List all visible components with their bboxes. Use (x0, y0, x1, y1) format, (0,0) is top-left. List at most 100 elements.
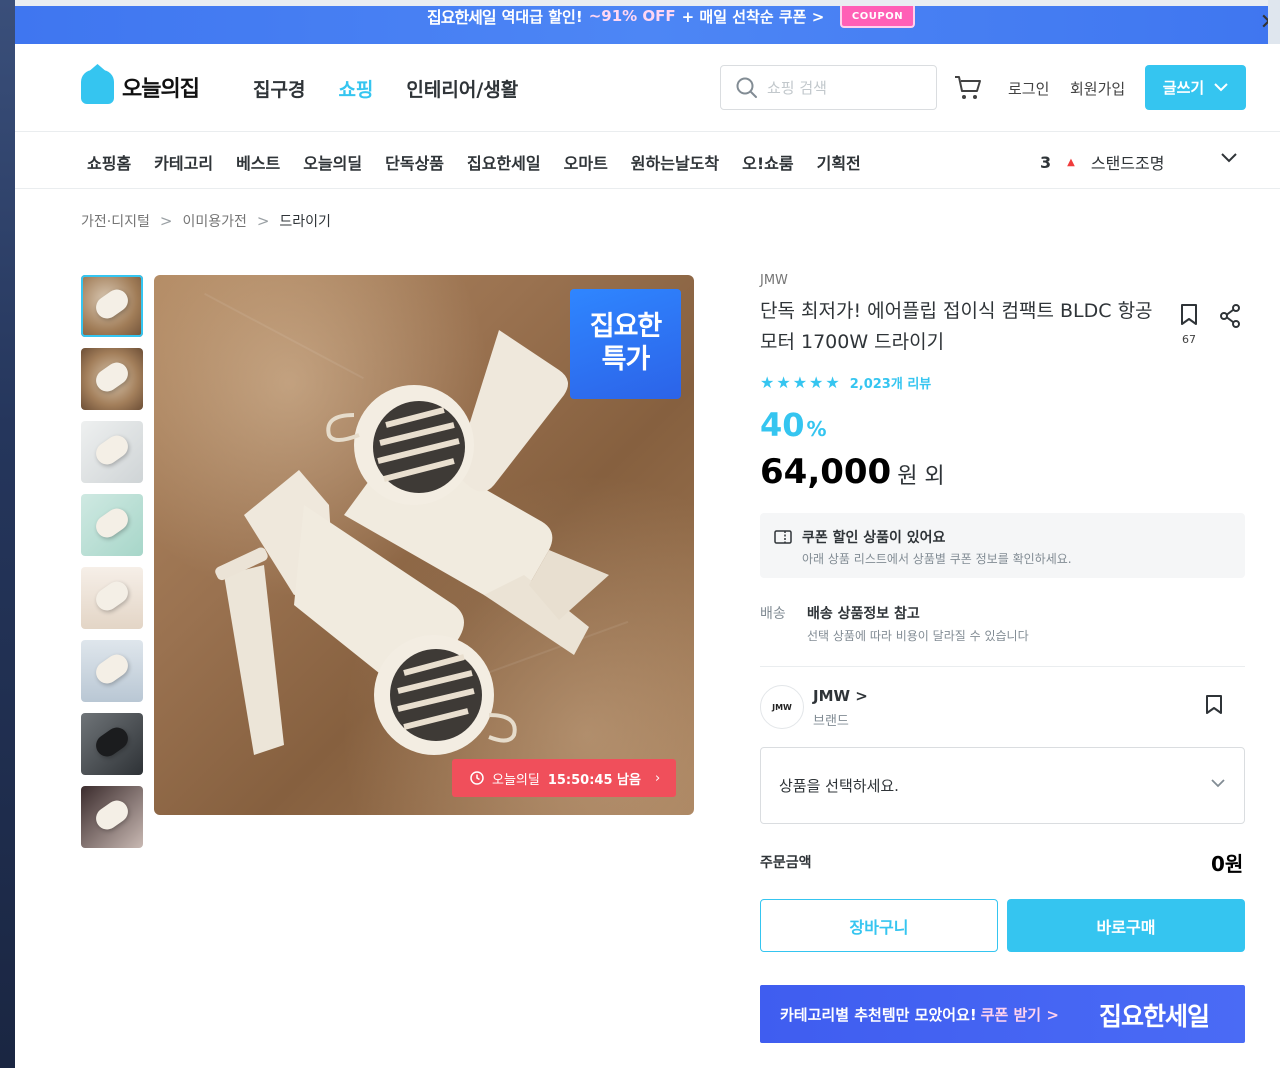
subnav-item-exhibition[interactable]: 기획전 (817, 150, 861, 174)
order-amount-total: 0원 (1211, 852, 1244, 876)
add-to-cart-button[interactable]: 장바구니 (760, 899, 998, 952)
logo[interactable]: 오늘의집 (81, 70, 200, 104)
cart-icon[interactable] (954, 75, 982, 101)
deal-label: 오늘의딜 (492, 772, 540, 788)
subnav-item-today-deal[interactable]: 오늘의딜 (303, 150, 362, 174)
star-icon: ★ (809, 373, 824, 392)
signup-link[interactable]: 회원가입 (1070, 78, 1125, 99)
subnav-item-desired-date[interactable]: 원하는날도착 (631, 150, 719, 174)
dryer-thumbnail-shape (91, 285, 133, 323)
desktop-background (0, 0, 15, 1068)
brand-logo[interactable]: JMW (760, 685, 804, 729)
promo-text[interactable]: 집요한세일 역대급 할인! ~91% OFF + 매일 선착순 쿠폰 > (427, 6, 825, 27)
desktop-edge (1268, 0, 1280, 44)
today-deal-timer[interactable]: 오늘의딜 15:50:45 남음 › (452, 759, 676, 797)
price-unit: 원 외 (897, 464, 945, 489)
brand-bookmark-icon[interactable] (1205, 694, 1223, 716)
write-button[interactable]: 글쓰기 (1145, 65, 1246, 110)
promo-brand: 집요한세일 (427, 8, 497, 27)
thumbnail-image[interactable] (81, 640, 143, 702)
chevron-right-icon: > (159, 212, 173, 230)
subnav-item-exclusive[interactable]: 단독상품 (385, 150, 444, 174)
subnav-item-best[interactable]: 베스트 (236, 150, 280, 174)
brand-logo-text: JMW (772, 702, 792, 712)
breadcrumb-item-current[interactable]: 드라이기 (279, 211, 331, 231)
dryer-thumbnail-shape (91, 577, 133, 615)
coupon-notice[interactable]: 쿠폰 할인 상품이 있어요 아래 상품 리스트에서 상품별 쿠폰 정보를 확인하… (760, 513, 1245, 578)
buy-now-button[interactable]: 바로구매 (1007, 899, 1245, 952)
coupon-icon (774, 530, 792, 544)
coupon-promo-banner[interactable]: 카테고리별 추천템만 모았어요! 쿠폰 받기 > 집요한세일 (760, 985, 1245, 1043)
star-icon: ★ (776, 373, 791, 392)
trending-keyword[interactable]: 3 ▲ 스탠드조명 (1040, 150, 1164, 174)
option-select-placeholder: 상품을 선택하세요. (779, 777, 899, 795)
banner-text: 카테고리별 추천템만 모았어요! (780, 1005, 977, 1024)
thumbnail-image[interactable] (81, 421, 143, 483)
trending-term: 스탠드조명 (1090, 154, 1165, 173)
search-input[interactable] (767, 78, 917, 97)
dryer-thumbnail-shape (91, 358, 133, 396)
star-icon: ★ (792, 373, 808, 392)
thumbnail-image[interactable] (81, 494, 143, 556)
shipping-label: 배송 (760, 606, 786, 622)
dryer-thumbnail-shape (91, 650, 133, 688)
special-price-badge: 집요한 특가 (570, 289, 681, 399)
promo-banner[interactable]: 집요한세일 역대급 할인! ~91% OFF + 매일 선착순 쿠폰 > COU… (15, 0, 1280, 44)
bookmark-count: 67 (1182, 333, 1196, 346)
product-brand[interactable]: JMW (760, 273, 788, 288)
browser-page: 집요한세일 역대급 할인! ~91% OFF + 매일 선착순 쿠폰 > COU… (15, 0, 1280, 1068)
divider (760, 666, 1245, 667)
thumbnail-image[interactable] (81, 786, 143, 848)
clock-icon (470, 771, 484, 785)
breadcrumb-item[interactable]: 이미용가전 (182, 211, 246, 231)
rating-stars[interactable]: ★ ★ ★ ★ ★ 2,023개 리뷰 (760, 373, 931, 392)
thumbnail-image[interactable] (81, 713, 143, 775)
product-price: 64,000 원 외 (760, 452, 945, 492)
banner-coupon-link[interactable]: 쿠폰 받기 > (981, 1004, 1059, 1025)
option-select[interactable]: 상품을 선택하세요. (760, 747, 1245, 824)
trending-expand-chevron-icon[interactable] (1220, 152, 1238, 164)
thumbnail-image[interactable] (81, 348, 143, 410)
star-icon: ★ (825, 373, 840, 392)
nav-item-shopping[interactable]: 쇼핑 (338, 75, 373, 102)
bookmark-button[interactable]: 67 (1177, 303, 1201, 346)
subnav-item-category[interactable]: 카테고리 (154, 150, 213, 174)
main-product-image[interactable]: 집요한 특가 오늘의딜 15:50:45 남음 › (154, 275, 694, 815)
login-link[interactable]: 로그인 (1008, 78, 1049, 99)
brand-type-label: 브랜드 (813, 714, 849, 729)
chevron-down-icon (1214, 83, 1228, 92)
bookmark-icon (1181, 304, 1197, 325)
dryer-thumbnail-shape (91, 723, 133, 761)
breadcrumb: 가전·디지털 > 이미용가전 > 드라이기 (81, 211, 331, 231)
product-title: 단독 최저가! 에어플립 접이식 컴팩트 BLDC 항공모터 1700W 드라이… (760, 300, 1153, 353)
thumbnail-image[interactable] (81, 567, 143, 629)
thumbnail-image[interactable] (81, 275, 143, 337)
logo-text: 오늘의집 (122, 77, 200, 102)
write-label: 글쓰기 (1162, 79, 1205, 97)
subnav-item-omart[interactable]: 오마트 (564, 150, 608, 174)
search-box[interactable] (720, 65, 937, 110)
brand-name-link[interactable]: JMW > (813, 687, 868, 705)
promo-text-before: 역대급 할인! (501, 7, 583, 26)
shipping-subtitle: 선택 상품에 따라 비용이 달라질 수 있습니다 (807, 629, 1029, 643)
breadcrumb-item[interactable]: 가전·디지털 (81, 211, 150, 231)
promo-highlight: ~91% OFF (588, 7, 676, 25)
dryer-thumbnail-shape (91, 431, 133, 469)
subnav-item-showroom[interactable]: 오!쇼룸 (742, 150, 793, 174)
trending-rank: 3 (1040, 152, 1052, 172)
subnav-item-shop-home[interactable]: 쇼핑홈 (87, 150, 131, 174)
dryer-thumbnail-shape (91, 796, 133, 834)
coupon-tag[interactable]: COUPON (840, 6, 915, 28)
promo-text-after: + 매일 선착순 쿠폰 > (681, 7, 825, 26)
nav-item-home-tour[interactable]: 집구경 (253, 75, 305, 102)
share-icon[interactable] (1219, 304, 1241, 328)
review-count[interactable]: 2,023개 리뷰 (850, 373, 932, 392)
shipping-title: 배송 상품정보 참고 (807, 606, 920, 622)
nav-item-interior[interactable]: 인테리어/생활 (406, 75, 518, 102)
chevron-down-icon (1211, 779, 1225, 788)
subnav-item-sale[interactable]: 집요한세일 (467, 150, 541, 174)
category-nav: 쇼핑홈 카테고리 베스트 오늘의딜 단독상품 집요한세일 오마트 원하는날도착 … (15, 132, 1280, 189)
main-nav: 집구경 쇼핑 인테리어/생활 (253, 75, 518, 102)
search-icon (736, 77, 757, 98)
thumbnail-list (81, 275, 143, 848)
